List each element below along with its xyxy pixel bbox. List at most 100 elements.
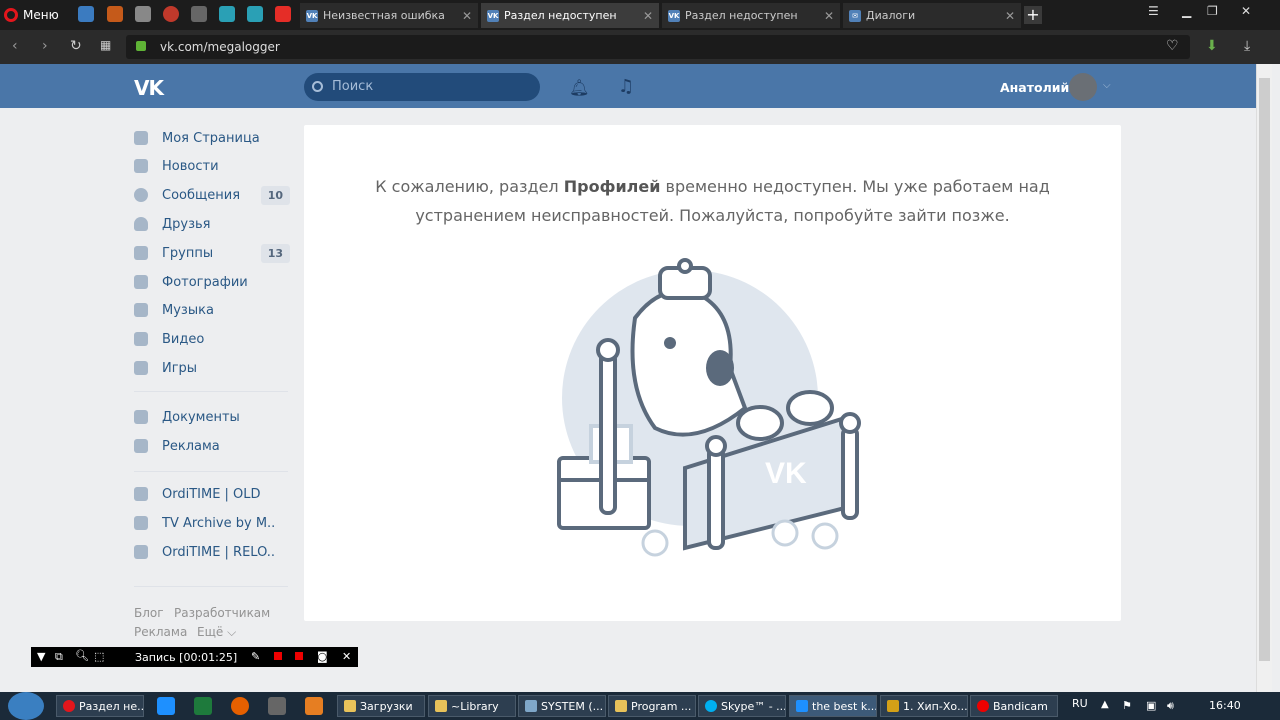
youtube-pinned-tab[interactable]: [275, 6, 291, 22]
sidebar-item-video[interactable]: Видео: [134, 325, 290, 353]
pinned-tab-6[interactable]: [219, 6, 235, 22]
sidebar-item-music[interactable]: Музыка: [134, 296, 290, 324]
sidebar-item-label: Группы: [162, 245, 214, 261]
chevron-down-icon[interactable]: ⌵: [1103, 80, 1111, 91]
pinned-tab-4[interactable]: [163, 6, 179, 22]
tab-section-unavailable-active[interactable]: VK Раздел недоступен ✕: [481, 3, 659, 28]
scrollbar-thumb[interactable]: [1259, 78, 1270, 661]
tab-section-unavailable[interactable]: VK Раздел недоступен ✕: [662, 3, 840, 28]
taskbar-label: Program ...: [631, 699, 692, 713]
sidebar-item-ads[interactable]: Реклама: [134, 432, 290, 460]
recording-time: Запись [00:01:25]: [135, 651, 238, 664]
footer-link-developers[interactable]: Разработчикам: [174, 606, 270, 620]
bookmark-heart-icon[interactable]: ♡: [1166, 38, 1179, 54]
avatar[interactable]: [1069, 73, 1097, 101]
action-center-icon[interactable]: ⚑: [1122, 699, 1132, 712]
sidebar-item-games[interactable]: Игры: [134, 354, 290, 382]
pinned-tab-5[interactable]: [191, 6, 207, 22]
new-tab-button[interactable]: +: [1024, 6, 1042, 24]
music-player-icon[interactable]: ♫: [618, 76, 634, 97]
restore-window-icon[interactable]: ❐: [1207, 4, 1218, 18]
opera-menu-button[interactable]: Меню: [4, 3, 59, 27]
spreadsheet-icon[interactable]: [194, 697, 212, 715]
search-icon: [312, 81, 323, 92]
volume-icon[interactable]: 🔊︎: [1167, 699, 1174, 713]
ie-icon[interactable]: [157, 697, 175, 715]
close-icon[interactable]: ✕: [342, 650, 351, 663]
start-button[interactable]: [8, 692, 44, 720]
region-icon[interactable]: ⬚: [94, 650, 104, 663]
notifications-bell-icon[interactable]: 🔔︎: [569, 78, 589, 97]
forward-icon[interactable]: ›: [42, 38, 48, 54]
opera-logo-icon: [4, 8, 18, 22]
clock[interactable]: 16:40: [1209, 699, 1241, 712]
taskbar-button-hip-hop[interactable]: 1. Хип-Хо...: [880, 695, 968, 717]
taskbar-button-opera[interactable]: Раздел не...: [56, 695, 144, 717]
pinned-tab-1[interactable]: [78, 6, 94, 22]
taskbar-button-bandicam[interactable]: Bandicam: [970, 695, 1058, 717]
taskbar-label: ~Library: [451, 699, 499, 713]
footer-link-blog[interactable]: Блог: [134, 606, 164, 620]
folder-icon: [435, 700, 447, 712]
window-mode-icon[interactable]: ⧉: [55, 650, 63, 664]
taskbar-button-program-files[interactable]: Program ...: [608, 695, 696, 717]
tab-menu-icon[interactable]: ☰: [1148, 4, 1159, 18]
app-icon[interactable]: [268, 697, 286, 715]
sidebar-item-photos[interactable]: Фотографии: [134, 268, 290, 296]
network-icon[interactable]: ▣: [1146, 699, 1156, 712]
url-field[interactable]: vk.com/megalogger: [126, 35, 1190, 59]
taskbar-button-the-best[interactable]: the best k...: [789, 695, 877, 717]
app-icon[interactable]: [305, 697, 323, 715]
sidebar-item-group-tv-archive[interactable]: TV Archive by M..: [134, 509, 290, 537]
sidebar-item-messages[interactable]: Сообщения 10: [134, 181, 290, 209]
tab-dialogs[interactable]: ✉ Диалоги ✕: [843, 3, 1021, 28]
reload-icon[interactable]: ↻: [70, 38, 82, 54]
taskbar-button-library[interactable]: ~Library: [428, 695, 516, 717]
sidebar-item-friends[interactable]: Друзья: [134, 210, 290, 238]
minimize-window-icon[interactable]: ▁: [1182, 4, 1191, 18]
footer-link-ads[interactable]: Реклама: [134, 625, 187, 639]
pinned-tab-7[interactable]: [247, 6, 263, 22]
sidebar-item-label: TV Archive by M..: [162, 515, 276, 531]
language-indicator[interactable]: RU: [1072, 697, 1088, 710]
close-window-icon[interactable]: ✕: [1241, 4, 1251, 18]
sidebar-item-label: Моя Страница: [162, 130, 260, 146]
footer-link-more[interactable]: Ещё ⌵: [197, 625, 236, 640]
zoom-icon[interactable]: 🔍︎: [75, 649, 89, 662]
page-scrollbar[interactable]: [1256, 64, 1272, 692]
sidebar-item-documents[interactable]: Документы: [134, 403, 290, 431]
stop-icon[interactable]: [295, 652, 303, 660]
firefox-icon[interactable]: [231, 697, 249, 715]
tab-unknown-error[interactable]: VK Неизвестная ошибка ✕: [300, 3, 478, 28]
close-tab-icon[interactable]: ✕: [824, 9, 834, 23]
messages-count-badge: 10: [260, 185, 290, 205]
taskbar-button-skype[interactable]: Skype™ - ...: [698, 695, 786, 717]
extension-download-icon[interactable]: ⬇: [1206, 38, 1218, 54]
search-input[interactable]: Поиск: [304, 73, 540, 101]
screenshot-camera-icon[interactable]: ◙: [317, 650, 328, 663]
pinned-tab-2[interactable]: [107, 6, 123, 22]
taskbar-button-downloads[interactable]: Загрузки: [337, 695, 425, 717]
back-icon[interactable]: ‹: [12, 38, 18, 54]
bandicam-record-bar: ▼ ⧉ 🔍︎ ⬚ Запись [00:01:25] ✎ ◙ ✕: [31, 647, 358, 667]
sidebar-item-groups[interactable]: Группы 13: [134, 239, 290, 267]
sidebar-item-group-orditime-relo[interactable]: OrdiTIME | RELO..: [134, 538, 290, 566]
pinned-tab-3[interactable]: [135, 6, 151, 22]
downloads-icon[interactable]: ⤓: [1244, 38, 1250, 54]
user-name[interactable]: Анатолий: [1000, 80, 1069, 95]
vk-logo[interactable]: VK: [134, 76, 164, 100]
pencil-icon[interactable]: ✎: [251, 650, 260, 663]
tab-title: Неизвестная ошибка: [323, 9, 445, 22]
sidebar-item-group-orditime-old[interactable]: OrdiTIME | OLD: [134, 480, 290, 508]
pause-icon[interactable]: [274, 652, 282, 660]
close-tab-icon[interactable]: ✕: [1005, 9, 1015, 23]
speed-dial-icon[interactable]: ▦: [100, 38, 111, 52]
tray-expand-icon[interactable]: ▲: [1101, 699, 1109, 710]
tab-title: Диалоги: [866, 9, 916, 22]
close-tab-icon[interactable]: ✕: [462, 9, 472, 23]
taskbar-button-system[interactable]: SYSTEM (...: [518, 695, 606, 717]
collapse-icon[interactable]: ▼: [37, 650, 45, 663]
sidebar-item-news[interactable]: Новости: [134, 152, 290, 180]
close-tab-icon[interactable]: ✕: [643, 9, 653, 23]
sidebar-item-my-page[interactable]: Моя Страница: [134, 124, 290, 152]
